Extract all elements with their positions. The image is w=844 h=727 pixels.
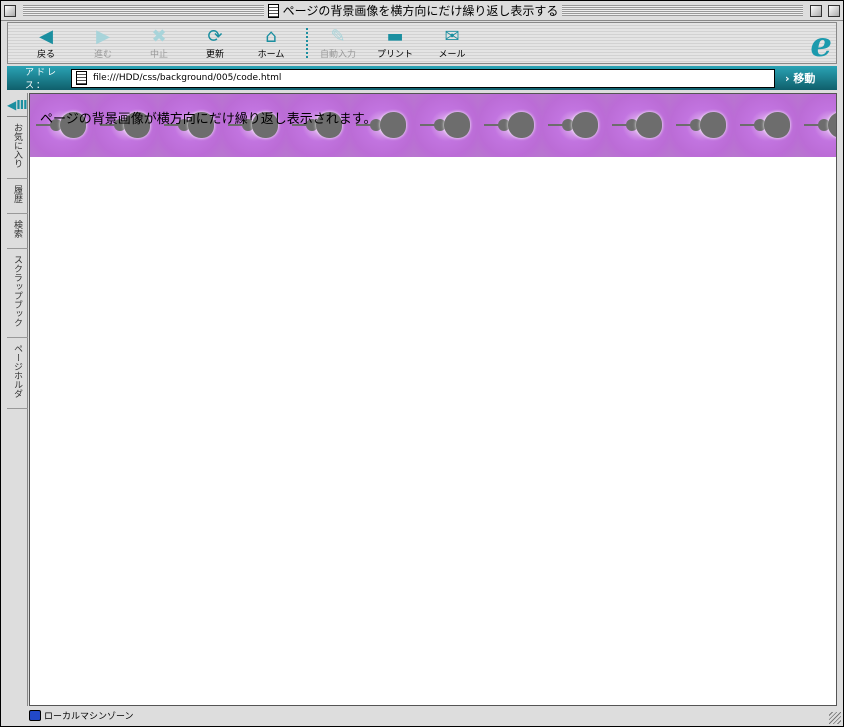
stop-label: 中止 bbox=[149, 50, 168, 60]
print-button[interactable]: ▬ プリント bbox=[370, 25, 420, 61]
print-label: プリント bbox=[376, 50, 413, 60]
autofill-label: 自動入力 bbox=[319, 50, 356, 60]
title-bar[interactable]: ページの背景画像を横方向にだけ繰り返し表示する bbox=[1, 1, 843, 21]
address-url: file:///HDD/css/background/005/code.html bbox=[93, 73, 282, 83]
autofill-icon: ✎ bbox=[330, 25, 346, 47]
stop-icon: ✖ bbox=[151, 25, 167, 47]
mandelbrot-tile bbox=[606, 94, 670, 157]
address-bar: アドレス： file:///HDD/css/background/005/cod… bbox=[7, 66, 837, 91]
tab-label: 履歴 bbox=[12, 185, 22, 203]
print-icon: ▬ bbox=[386, 25, 404, 47]
browser-window: ページの背景画像を横方向にだけ繰り返し表示する ◀ 戻る ▶ 進む ✖ 中止 ⟳ 更新 … bbox=[0, 0, 844, 727]
refresh-label: 更新 bbox=[205, 50, 224, 60]
collapse-box[interactable] bbox=[828, 4, 841, 17]
status-zone: ローカルマシンゾーン bbox=[44, 711, 134, 722]
tab-scrapbook[interactable]: スクラップブック bbox=[7, 249, 28, 338]
tab-favorites[interactable]: お気に入り bbox=[7, 117, 28, 179]
window-title-text: ページの背景画像を横方向にだけ繰り返し表示する bbox=[282, 4, 559, 18]
explorer-toggle-icon[interactable]: ◀Ⅲ bbox=[7, 93, 28, 117]
title-stripes bbox=[23, 5, 264, 16]
mail-icon: ✉ bbox=[444, 25, 460, 47]
mandelbrot-tile bbox=[670, 94, 734, 157]
page-icon bbox=[76, 71, 87, 85]
zone-icon bbox=[29, 709, 41, 721]
home-label: ホーム bbox=[257, 50, 285, 60]
forward-icon: ▶ bbox=[96, 25, 110, 47]
home-icon: ⌂ bbox=[265, 25, 277, 47]
mandelbrot-tile bbox=[734, 94, 798, 157]
page-text: ページの背景画像が横方向にだけ繰り返し表示されます。 bbox=[40, 112, 377, 127]
tab-label: 検索 bbox=[12, 220, 22, 238]
refresh-icon: ⟳ bbox=[207, 25, 223, 47]
tab-label: ページホルダ bbox=[12, 344, 22, 398]
ie-logo-icon: e bbox=[810, 25, 832, 65]
mandelbrot-tile bbox=[414, 94, 478, 157]
refresh-button[interactable]: ⟳ 更新 bbox=[190, 25, 240, 61]
mandelbrot-tile bbox=[798, 94, 836, 157]
zoom-box[interactable] bbox=[810, 4, 823, 17]
address-label: アドレス： bbox=[25, 68, 59, 91]
document-icon bbox=[267, 3, 279, 18]
page-content: ページの背景画像が横方向にだけ繰り返し表示されます。 bbox=[29, 93, 837, 706]
forward-label: 進む bbox=[93, 50, 112, 60]
window-title: ページの背景画像を横方向にだけ繰り返し表示する bbox=[267, 2, 559, 19]
explorer-bar: ◀Ⅲ お気に入り 履歴 検索 スクラップブック ページホルダ bbox=[7, 93, 28, 706]
go-button[interactable]: › 移動 bbox=[775, 70, 815, 86]
address-input[interactable]: file:///HDD/css/background/005/code.html bbox=[71, 68, 775, 88]
resize-handle[interactable] bbox=[829, 712, 841, 724]
back-label: 戻る bbox=[36, 50, 55, 60]
home-button[interactable]: ⌂ ホーム bbox=[246, 25, 296, 61]
toolbar: ◀ 戻る ▶ 進む ✖ 中止 ⟳ 更新 ⌂ ホーム ✎ 自動入力 ▬ プリント ✉ メール e bbox=[7, 22, 837, 65]
mandelbrot-tile bbox=[478, 94, 542, 157]
tab-label: お気に入り bbox=[12, 123, 22, 168]
toolbar-separator bbox=[306, 28, 308, 58]
tab-search[interactable]: 検索 bbox=[7, 214, 28, 249]
close-box[interactable] bbox=[4, 4, 16, 17]
mandelbrot-tile bbox=[542, 94, 606, 157]
forward-button[interactable]: ▶ 進む bbox=[78, 25, 128, 61]
status-bar: ローカルマシンゾーン bbox=[7, 707, 837, 723]
stop-button[interactable]: ✖ 中止 bbox=[134, 25, 184, 61]
go-label: 移動 bbox=[793, 72, 816, 85]
back-icon: ◀ bbox=[39, 25, 53, 47]
title-stripes bbox=[562, 5, 804, 16]
back-button[interactable]: ◀ 戻る bbox=[21, 25, 71, 61]
mail-label: メール bbox=[438, 50, 466, 60]
tab-label: スクラップブック bbox=[12, 255, 22, 327]
tab-history[interactable]: 履歴 bbox=[7, 179, 28, 214]
mail-button[interactable]: ✉ メール bbox=[427, 25, 477, 61]
autofill-button[interactable]: ✎ 自動入力 bbox=[313, 25, 363, 61]
tab-page-holder[interactable]: ページホルダ bbox=[7, 338, 28, 409]
background-band: ページの背景画像が横方向にだけ繰り返し表示されます。 bbox=[30, 94, 836, 157]
